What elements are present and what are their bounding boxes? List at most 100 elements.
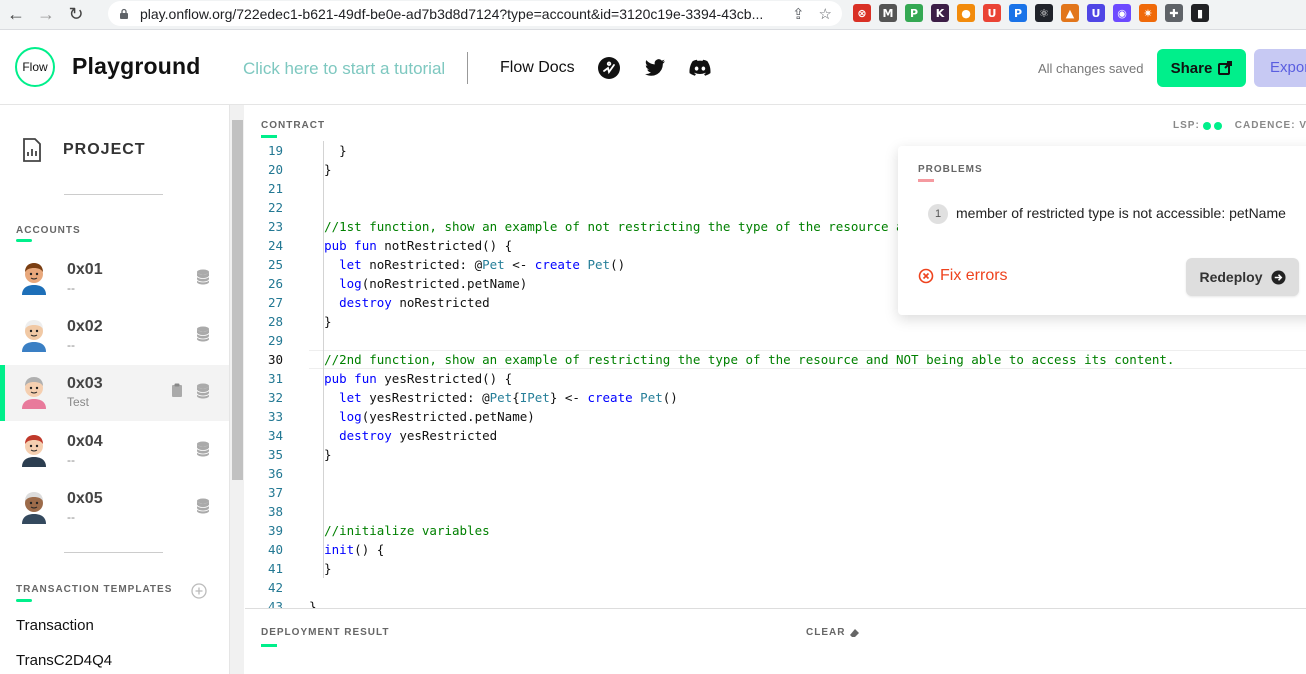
code-line[interactable]: 34 destroy yesRestricted [245, 426, 1306, 445]
redeploy-button[interactable]: Redeploy [1186, 258, 1299, 296]
code-text: } [309, 447, 332, 462]
line-number: 25 [267, 257, 283, 272]
account-item-0x04[interactable]: 0x04 -- [0, 423, 229, 479]
line-number: 36 [267, 466, 283, 481]
project-file-icon [23, 138, 41, 162]
sidebar-divider [64, 552, 163, 553]
circle-ext-icon[interactable]: ◉ [1113, 4, 1131, 22]
app-title: Playground [72, 53, 201, 79]
p-ext-icon[interactable]: P [1009, 4, 1027, 22]
account-name: -- [67, 338, 75, 352]
sidebar-scrollbar[interactable] [229, 105, 244, 674]
app-header: Flow Playground Click here to start a tu… [0, 30, 1306, 105]
sidepanel-ext-icon[interactable]: ▮ [1191, 4, 1209, 22]
bookmark-star-icon[interactable]: ☆ [819, 5, 832, 23]
account-address: 0x02 [67, 318, 103, 335]
extensions-bar: ⊗ M P K ● U P ⚛ ▲ U ◉ ✷ ✚ ▮ [853, 4, 1209, 22]
discord-icon[interactable] [688, 56, 712, 80]
pencil-ext-icon[interactable]: P [905, 4, 923, 22]
share-button[interactable]: Share [1157, 49, 1246, 87]
code-line[interactable]: 37 [245, 483, 1306, 502]
k-ext-icon[interactable]: K [931, 4, 949, 22]
line-number: 31 [267, 371, 283, 386]
share-label: Share [1170, 59, 1213, 77]
code-line[interactable]: 29 [245, 331, 1306, 350]
gmail-ext-icon[interactable]: M [879, 4, 897, 22]
code-line[interactable]: 36 [245, 464, 1306, 483]
reload-icon[interactable]: ↻ [62, 2, 90, 28]
burst-ext-icon[interactable]: ✷ [1139, 4, 1157, 22]
code-text: } [309, 162, 332, 177]
account-avatar [22, 263, 46, 295]
code-line[interactable]: 39 //initialize variables [245, 521, 1306, 540]
shield-ext-icon[interactable]: U [1087, 4, 1105, 22]
code-text: init() { [324, 542, 385, 557]
add-template-icon[interactable] [191, 583, 207, 599]
account-item-0x05[interactable]: 0x05 -- [0, 480, 229, 536]
puzzle-ext-icon[interactable]: ✚ [1165, 4, 1183, 22]
flow-docs-link[interactable]: Flow Docs [500, 59, 575, 77]
forward-icon[interactable]: → [32, 2, 60, 28]
fix-errors-label: Fix errors [940, 267, 1008, 284]
back-icon[interactable]: ← [2, 2, 30, 28]
react-ext-icon[interactable]: ⚛ [1035, 4, 1053, 22]
fox-ext-icon[interactable]: ● [957, 4, 975, 22]
active-account-indicator [0, 365, 5, 421]
code-text: } [309, 561, 332, 576]
database-icon[interactable] [196, 383, 210, 399]
flow-runner-icon[interactable] [597, 56, 621, 80]
sidebar-scroll-thumb[interactable] [232, 120, 243, 480]
line-number: 30 [267, 352, 283, 367]
code-line[interactable]: 35 } [245, 445, 1306, 464]
line-number: 21 [267, 181, 283, 196]
fix-errors-button[interactable]: Fix errors [918, 267, 1008, 285]
flow-logo[interactable]: Flow [15, 47, 55, 87]
u-ext-icon[interactable]: U [983, 4, 1001, 22]
code-line[interactable]: 38 [245, 502, 1306, 521]
account-address: 0x04 [67, 433, 103, 450]
line-number: 37 [267, 485, 283, 500]
code-line[interactable]: 33 log(yesRestricted.petName) [245, 407, 1306, 426]
contract-label: CONTRACT [261, 120, 326, 131]
project-label[interactable]: PROJECT [63, 141, 146, 159]
code-line[interactable]: 42 [245, 578, 1306, 597]
code-line[interactable]: 30 //2nd function, show an example of re… [245, 350, 1306, 369]
accounts-underline [16, 239, 32, 242]
export-button[interactable]: Export [1254, 49, 1306, 87]
share-page-icon[interactable]: ⇪ [792, 5, 805, 23]
problem-message[interactable]: member of restricted type is not accessi… [956, 205, 1286, 221]
transaction-templates-underline [16, 599, 32, 602]
tx-template-item[interactable]: TransC2D4Q4 [16, 652, 112, 669]
twitter-icon[interactable] [643, 56, 667, 80]
deployment-result-label: DEPLOYMENT RESULT [261, 627, 390, 638]
browser-toolbar: ← → ↻ play.onflow.org/722edec1-b621-49df… [0, 0, 1306, 30]
tx-template-item[interactable]: Transaction [16, 617, 94, 634]
problems-underline [918, 179, 934, 182]
adblock-ext-icon[interactable]: ⊗ [853, 4, 871, 22]
tutorial-link[interactable]: Click here to start a tutorial [243, 59, 445, 79]
code-line[interactable]: 40 init() { [245, 540, 1306, 559]
account-avatar [22, 492, 46, 524]
account-item-0x03[interactable]: 0x03 Test [0, 365, 229, 421]
database-icon[interactable] [196, 498, 210, 514]
code-text: pub fun yesRestricted() { [324, 371, 513, 386]
account-name: -- [67, 453, 75, 467]
account-name: Test [67, 395, 90, 409]
code-line[interactable]: 31 pub fun yesRestricted() { [245, 369, 1306, 388]
code-line[interactable]: 32 let yesRestricted: @Pet{IPet} <- crea… [245, 388, 1306, 407]
code-line[interactable]: 43} [245, 597, 1306, 608]
account-item-0x02[interactable]: 0x02 -- [0, 308, 229, 364]
account-address: 0x03 [67, 375, 103, 392]
url-text: play.onflow.org/722edec1-b621-49df-be0e-… [140, 5, 764, 22]
accounts-label: ACCOUNTS [16, 225, 81, 236]
line-number: 23 [267, 219, 283, 234]
account-item-0x01[interactable]: 0x01 -- [0, 251, 229, 307]
metamask-ext-icon[interactable]: ▲ [1061, 4, 1079, 22]
clear-button[interactable]: CLEAR [806, 627, 860, 638]
clipboard-icon[interactable] [171, 383, 183, 397]
database-icon[interactable] [196, 441, 210, 457]
code-line[interactable]: 41 } [245, 559, 1306, 578]
database-icon[interactable] [196, 326, 210, 342]
database-icon[interactable] [196, 269, 210, 285]
address-bar[interactable]: play.onflow.org/722edec1-b621-49df-be0e-… [108, 1, 842, 26]
